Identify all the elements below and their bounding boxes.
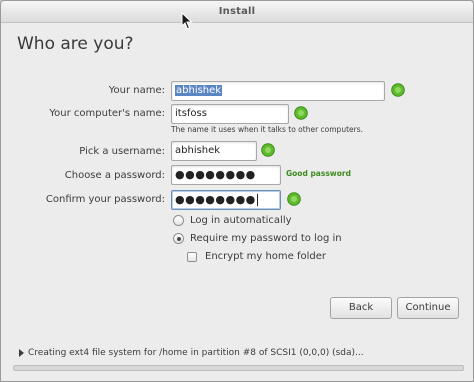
username-field[interactable]: abhishek [171, 141, 257, 161]
computer-name-field[interactable]: itsfoss [171, 104, 289, 124]
name-value: abhishek [175, 85, 223, 96]
computer-name-label: Your computer's name: [49, 108, 165, 119]
text-caret [256, 194, 258, 206]
name-ok-icon [391, 83, 405, 97]
mouse-pointer-icon [181, 12, 193, 30]
encrypt-home-label: Encrypt my home folder [205, 251, 327, 262]
confirm-password-ok-icon [287, 192, 301, 206]
require-password-label: Require my password to log in [190, 233, 342, 244]
username-value: abhishek [175, 145, 221, 156]
confirm-password-field[interactable]: ●●●●●●●● [171, 190, 281, 210]
auto-login-radio[interactable] [173, 215, 184, 226]
require-password-option[interactable]: Require my password to log in [173, 233, 342, 244]
back-button[interactable]: Back [330, 297, 392, 319]
computer-name-ok-icon [294, 106, 308, 120]
computer-name-hint: The name it uses when it talks to other … [171, 125, 364, 134]
encrypt-home-option[interactable]: Encrypt my home folder [187, 251, 326, 262]
name-label: Your name: [108, 85, 165, 96]
status-message: Creating ext4 file system for /home in p… [28, 348, 364, 358]
window-title: Install [218, 6, 256, 17]
password-field[interactable]: ●●●●●●●● [171, 165, 281, 185]
auto-login-label: Log in automatically [190, 215, 292, 226]
name-field[interactable]: abhishek [171, 81, 385, 101]
continue-button[interactable]: Continue [397, 297, 459, 319]
installer-window: Install Who are you? Your name: abhishek… [0, 0, 474, 382]
username-ok-icon [261, 143, 275, 157]
password-label: Choose a password: [64, 170, 165, 181]
title-bar[interactable]: Install [1, 1, 473, 23]
password-value: ●●●●●●●● [175, 168, 256, 181]
computer-name-value: itsfoss [175, 108, 207, 119]
install-status: Creating ext4 file system for /home in p… [13, 346, 464, 360]
confirm-password-value: ●●●●●●●● [175, 193, 256, 206]
expander-arrow-icon[interactable] [19, 349, 24, 357]
install-progress-bar [13, 365, 464, 371]
confirm-password-label: Confirm your password: [45, 194, 165, 205]
require-password-radio[interactable] [173, 233, 184, 244]
encrypt-home-checkbox[interactable] [187, 251, 197, 262]
auto-login-option[interactable]: Log in automatically [173, 215, 292, 226]
username-label: Pick a username: [79, 146, 165, 157]
password-strength: Good password [286, 169, 351, 178]
page-title: Who are you? [17, 34, 134, 54]
